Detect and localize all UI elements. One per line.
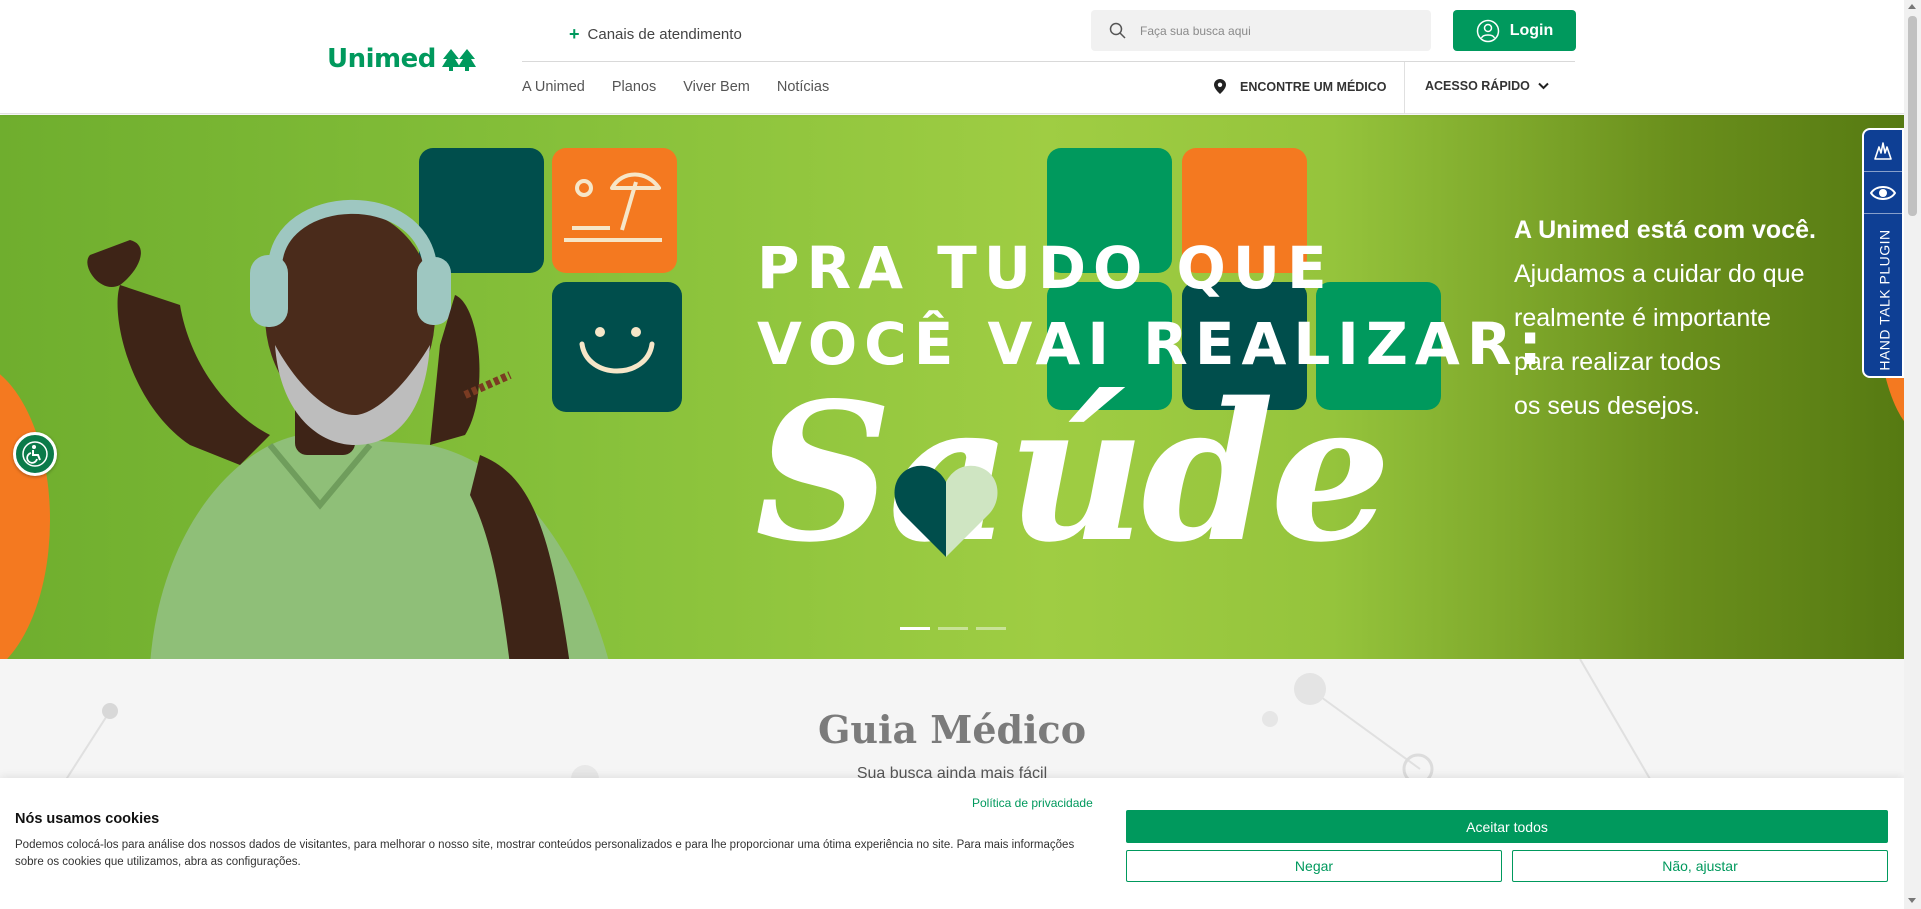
adjust-button[interactable]: Não, ajustar <box>1512 850 1888 882</box>
nav-item-noticias[interactable]: Notícias <box>777 79 829 95</box>
accessibility-button[interactable] <box>13 432 57 476</box>
plus-icon: + <box>569 24 580 44</box>
hero-text: A Unimed está com você. Ajudamos a cuida… <box>1514 208 1854 428</box>
login-button[interactable]: Login <box>1453 10 1576 51</box>
logo-text: Unimed <box>327 44 436 74</box>
nav-item-planos[interactable]: Planos <box>612 79 656 95</box>
man-with-headphones-image <box>87 199 609 659</box>
hand-talk-plugin[interactable]: HAND TALK PLUGIN <box>1862 128 1904 378</box>
hero-headline: PRA TUDO QUE VOCÊ VAI REALIZAR: <box>757 230 1549 382</box>
map-pin-icon <box>1214 79 1226 94</box>
quick-access-divider <box>1404 62 1405 114</box>
site-header: Unimed + Canais de atendimento Login <box>0 0 1904 114</box>
unimed-logo[interactable]: Unimed <box>327 44 476 74</box>
cookie-title: Nós usamos cookies <box>15 811 160 827</box>
carousel-dot-2[interactable] <box>938 627 968 630</box>
hero-text-line: os seus desejos. <box>1514 392 1701 420</box>
hand-talk-label[interactable]: HAND TALK PLUGIN <box>1864 220 1906 380</box>
cookie-text: Podemos colocá-los para análise dos noss… <box>15 839 1075 868</box>
search-box[interactable] <box>1091 10 1431 51</box>
carousel-dot-3[interactable] <box>976 627 1006 630</box>
unimed-tree-icon <box>441 49 476 71</box>
hero-big-word: Saúde <box>755 361 1391 584</box>
accept-all-button[interactable]: Aceitar todos <box>1126 810 1888 843</box>
wheelchair-icon <box>22 441 48 467</box>
canais-atendimento-link[interactable]: + Canais de atendimento <box>569 24 742 45</box>
main-nav: A Unimed Planos Viver Bem Notícias <box>522 79 829 95</box>
search-input[interactable] <box>1140 23 1400 38</box>
guia-medico-title: Guia Médico <box>817 707 1087 752</box>
eye-icon <box>1870 185 1896 200</box>
hero-headline-line1: PRA TUDO QUE <box>757 234 1334 302</box>
header-divider <box>522 61 1575 62</box>
carousel-indicators <box>900 627 1006 630</box>
deny-button[interactable]: Negar <box>1126 850 1502 882</box>
cookie-banner: Nós usamos cookies Podemos colocá-los pa… <box>0 778 1904 909</box>
hand-talk-text: HAND TALK PLUGIN <box>1877 229 1894 371</box>
hero-text-line: realmente é importante <box>1514 304 1772 332</box>
quick-access-label: ACESSO RÁPIDO <box>1425 79 1530 93</box>
nav-item-a-unimed[interactable]: A Unimed <box>522 79 585 95</box>
find-doctor-link[interactable]: ENCONTRE UM MÉDICO <box>1214 79 1387 94</box>
orange-shape-left <box>0 360 50 659</box>
chevron-down-icon <box>1538 82 1549 90</box>
page: Unimed + Canais de atendimento Login <box>0 0 1921 909</box>
privacy-policy-link[interactable]: Política de privacidade <box>972 796 1093 810</box>
carousel-dot-1[interactable] <box>900 627 930 630</box>
page-scrollbar[interactable] <box>1904 0 1921 909</box>
hero-text-line: Ajudamos a cuidar do que <box>1514 260 1805 288</box>
find-doctor-label: ENCONTRE UM MÉDICO <box>1240 79 1387 94</box>
hero-banner[interactable]: PRA TUDO QUE VOCÊ VAI REALIZAR: Saúde A … <box>0 115 1904 659</box>
canais-label: Canais de atendimento <box>587 26 742 43</box>
search-icon[interactable] <box>1109 22 1126 39</box>
login-label: Login <box>1509 21 1554 39</box>
heart-icon <box>894 465 998 557</box>
hands-icon <box>1874 141 1892 160</box>
sign-language-button[interactable] <box>1864 130 1902 172</box>
quick-access-dropdown[interactable]: ACESSO RÁPIDO <box>1425 79 1549 93</box>
scrollbar-thumb[interactable] <box>1908 16 1917 216</box>
visibility-button[interactable] <box>1864 172 1902 214</box>
nav-item-viver-bem[interactable]: Viver Bem <box>683 79 750 95</box>
scroll-up-arrow-icon[interactable] <box>1908 4 1916 9</box>
hero-text-bold: A Unimed está com você. <box>1514 216 1816 244</box>
hero-text-line: para realizar todos <box>1514 348 1722 376</box>
scroll-down-arrow-icon[interactable] <box>1908 898 1916 903</box>
user-icon <box>1476 19 1499 42</box>
